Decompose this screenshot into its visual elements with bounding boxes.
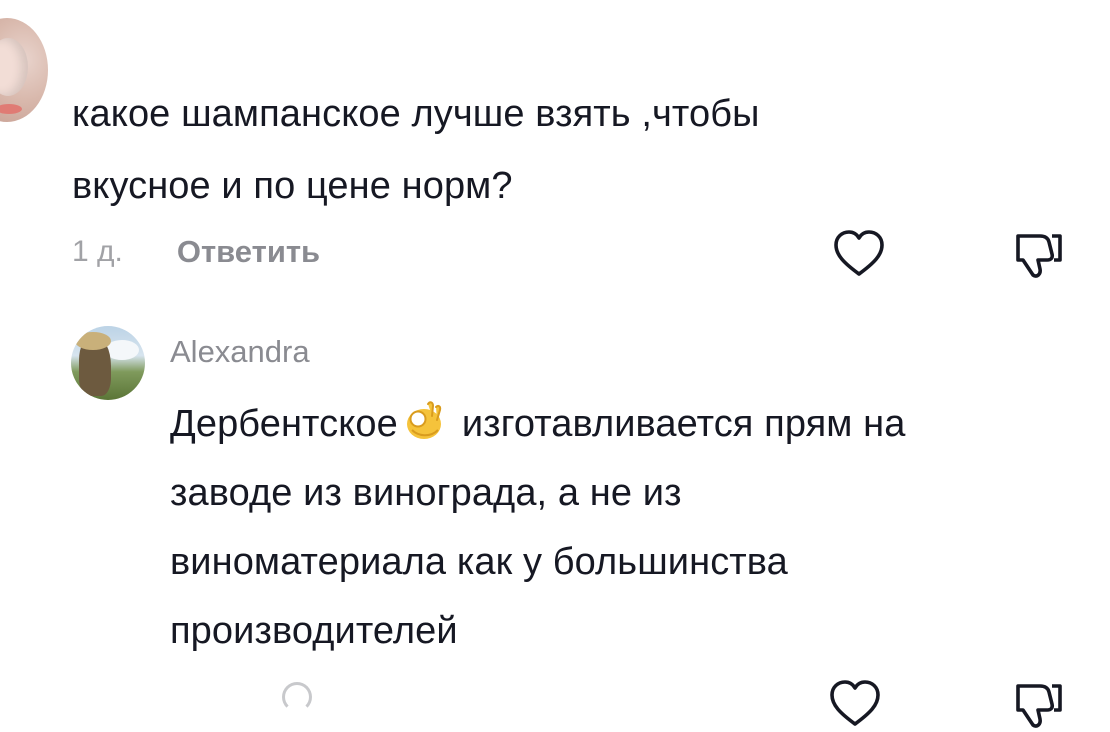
- comment-meta: 1 д. Ответить: [72, 234, 320, 270]
- avatar-detail: [75, 332, 111, 350]
- reply-button[interactable]: Ответить: [177, 234, 320, 270]
- comment-text-segment: изготавливается прям на: [461, 403, 906, 445]
- thumbs-down-icon[interactable]: [1010, 678, 1066, 732]
- comment-line: Дербентское изготавливается прям на: [170, 390, 1090, 459]
- ok-hand-emoji: [406, 401, 442, 439]
- comment-text: какое шампанское лучше взять ,чтобы вкус…: [72, 78, 972, 222]
- avatar[interactable]: [71, 326, 145, 400]
- comment-line: какое шампанское лучше взять ,чтобы: [72, 93, 760, 135]
- heart-outline-icon[interactable]: [832, 228, 886, 280]
- thumbs-down-icon[interactable]: [1010, 228, 1066, 282]
- avatar-face: [0, 38, 28, 96]
- comment-text-segment: Дербентское: [170, 403, 398, 445]
- comment-meta-partial: [282, 682, 312, 712]
- comment-timestamp: 1 д.: [72, 235, 123, 268]
- comment-line: производителей: [170, 610, 458, 652]
- avatar-detail: [0, 104, 22, 114]
- comment-line: виноматериала как у большинства: [170, 541, 788, 583]
- comment-line: заводе из винограда, а не из: [170, 472, 682, 514]
- avatar[interactable]: [0, 18, 48, 122]
- comment-username[interactable]: Alexandra: [170, 334, 310, 370]
- comment-text: Дербентское изготавливается прям на заво…: [170, 390, 1090, 666]
- heart-outline-icon[interactable]: [828, 678, 882, 730]
- comment-line: вкусное и по цене норм?: [72, 165, 513, 207]
